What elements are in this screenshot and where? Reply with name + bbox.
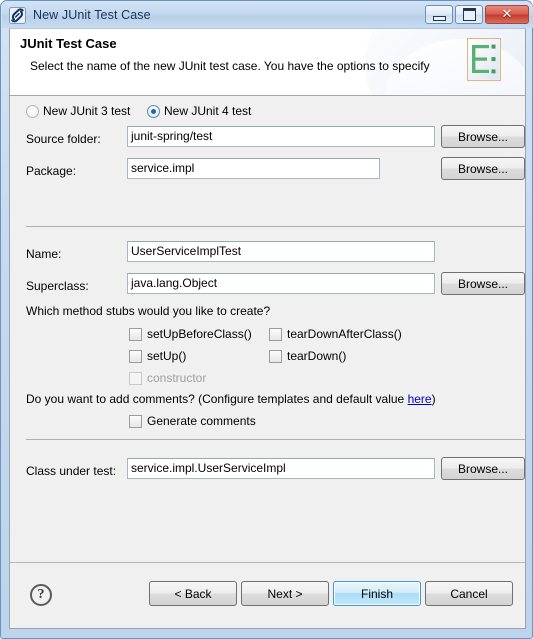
- page-title: JUnit Test Case: [20, 36, 117, 51]
- checkbox-generate-comments-label: Generate comments: [147, 414, 256, 428]
- checkbox-teardown-box: [269, 349, 282, 363]
- comments-prompt-text: Do you want to add comments? (Configure …: [26, 392, 408, 406]
- package-browse-button[interactable]: Browse...: [441, 157, 525, 180]
- radio-junit4-label: New JUnit 4 test: [164, 104, 252, 118]
- title-bar: New JUnit Test Case ✕: [2, 2, 533, 28]
- window-controls: ✕: [425, 5, 529, 24]
- name-input[interactable]: UserServiceImplTest: [127, 241, 435, 262]
- back-button[interactable]: < Back: [149, 581, 237, 606]
- radio-junit3[interactable]: New JUnit 3 test: [26, 104, 130, 118]
- name-label: Name:: [26, 247, 62, 261]
- dialog-footer: ? < Back Next > Finish Cancel: [10, 562, 525, 628]
- checkbox-constructor-label: constructor: [147, 371, 207, 385]
- next-button[interactable]: Next >: [241, 581, 329, 606]
- minimize-button[interactable]: [425, 5, 453, 24]
- checkbox-setup-label: setUp(): [147, 349, 187, 363]
- checkbox-generate-comments-box: [129, 414, 142, 428]
- radio-junit3-indicator: [26, 104, 39, 118]
- checkbox-teardown[interactable]: tearDown(): [269, 349, 346, 363]
- superclass-browse-button[interactable]: Browse...: [441, 272, 525, 295]
- comments-prompt-suffix: ): [431, 392, 436, 406]
- superclass-input[interactable]: java.lang.Object: [127, 273, 435, 294]
- source-folder-browse-button[interactable]: Browse...: [441, 125, 525, 148]
- close-icon: ✕: [501, 7, 513, 22]
- radio-junit4-indicator: [147, 104, 160, 118]
- checkbox-setupbeforeclass-box: [129, 327, 142, 341]
- package-label: Package:: [26, 164, 77, 178]
- wizard-header: JUnit Test Case Select the name of the n…: [10, 29, 525, 96]
- dialog-window: New JUnit Test Case ✕ JUnit Test Case Se…: [0, 0, 533, 639]
- method-stubs-prompt: Which method stubs would you like to cre…: [26, 304, 271, 318]
- source-folder-input[interactable]: junit-spring/test: [127, 126, 435, 147]
- junit-icon: [9, 6, 26, 24]
- footer-buttons: < Back Next > Finish Cancel: [149, 581, 513, 606]
- minimize-icon: [432, 15, 446, 21]
- package-input[interactable]: service.impl: [127, 158, 380, 179]
- window-title: New JUnit Test Case: [33, 8, 151, 22]
- cancel-button[interactable]: Cancel: [425, 581, 513, 606]
- separator-2: [26, 439, 525, 440]
- checkbox-generate-comments[interactable]: Generate comments: [129, 414, 256, 428]
- close-button[interactable]: ✕: [485, 5, 529, 24]
- class-under-test-browse-button[interactable]: Browse...: [441, 457, 525, 480]
- radio-junit4[interactable]: New JUnit 4 test: [147, 104, 251, 118]
- checkbox-setupbeforeclass-label: setUpBeforeClass(): [147, 327, 252, 341]
- checkbox-setup[interactable]: setUp(): [129, 349, 186, 363]
- checkbox-constructor: constructor: [129, 371, 206, 385]
- checkbox-constructor-box: [129, 371, 142, 385]
- checkbox-teardownafterclass-box: [269, 327, 282, 341]
- dialog-client-area: JUnit Test Case Select the name of the n…: [9, 28, 526, 629]
- page-description: Select the name of the new JUnit test ca…: [30, 59, 430, 73]
- source-folder-label: Source folder:: [26, 132, 101, 146]
- checkbox-setup-box: [129, 349, 142, 363]
- maximize-icon: [462, 8, 476, 21]
- class-under-test-label: Class under test:: [26, 464, 117, 478]
- separator-1: [26, 226, 525, 227]
- radio-junit3-label: New JUnit 3 test: [43, 104, 131, 118]
- class-under-test-input[interactable]: service.impl.UserServiceImpl: [127, 458, 435, 479]
- help-icon[interactable]: ?: [30, 584, 52, 606]
- wizard-body: New JUnit 3 test New JUnit 4 test Source…: [10, 96, 525, 562]
- comments-prompt: Do you want to add comments? (Configure …: [26, 392, 436, 406]
- configure-templates-link[interactable]: here: [408, 392, 432, 406]
- superclass-label: Superclass:: [26, 279, 89, 293]
- checkbox-teardown-label: tearDown(): [287, 349, 347, 363]
- maximize-button[interactable]: [455, 5, 483, 24]
- checkbox-teardownafterclass[interactable]: tearDownAfterClass(): [269, 327, 402, 341]
- junit-wizard-banner-icon: [463, 36, 509, 90]
- finish-button[interactable]: Finish: [333, 581, 421, 606]
- checkbox-teardownafterclass-label: tearDownAfterClass(): [287, 327, 402, 341]
- checkbox-setupbeforeclass[interactable]: setUpBeforeClass(): [129, 327, 252, 341]
